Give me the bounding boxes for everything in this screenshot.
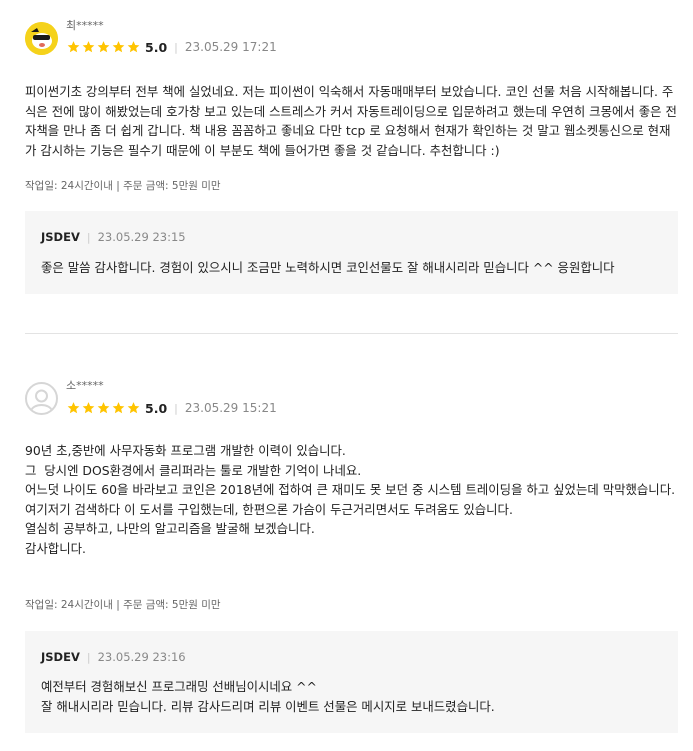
reply-date: 23.05.29 23:15 — [97, 230, 186, 244]
review-item: 소***** 5.0 | 23.05.29 15:21 90년 초,중반에 사무… — [0, 334, 693, 751]
star-rating — [66, 401, 141, 415]
star-icon — [82, 41, 95, 53]
rating-row: 5.0 | 23.05.29 17:21 — [66, 39, 277, 55]
reply-author: JSDEV — [41, 650, 80, 664]
reply-header: JSDEV | 23.05.29 23:16 — [41, 650, 186, 664]
seller-reply: JSDEV | 23.05.29 23:16 예전부터 경험해보신 프로그래밍 … — [25, 631, 678, 733]
review-item: 최***** 5.0 | 23.05.29 17:21 피이썬기초 강의부터 전… — [0, 0, 693, 333]
star-icon — [67, 402, 80, 414]
star-icon — [97, 402, 110, 414]
star-icon — [127, 402, 140, 414]
reply-body: 좋은 말씀 감사합니다. 경험이 있으시니 조금만 노력하시면 코인선물도 잘 … — [41, 260, 615, 275]
review-body: 피이썬기초 강의부터 전부 책에 실었네요. 저는 피이썬이 익숙해서 자동매매… — [25, 84, 677, 158]
seller-reply: JSDEV | 23.05.29 23:15 좋은 말씀 감사합니다. 경험이 … — [25, 211, 678, 294]
separator: | — [174, 40, 178, 54]
character-avatar-icon — [25, 22, 58, 55]
reviewer-name: 최***** — [66, 19, 104, 32]
star-icon — [97, 41, 110, 53]
review-meta: 작업일: 24시간이내 | 주문 금액: 5만원 미만 — [25, 599, 221, 611]
reply-date: 23.05.29 23:16 — [97, 650, 186, 664]
star-icon — [112, 402, 125, 414]
review-date: 23.05.29 15:21 — [184, 401, 277, 415]
reviewer-name: 소***** — [66, 379, 104, 392]
star-icon — [112, 41, 125, 53]
star-rating — [66, 40, 141, 54]
review-meta: 작업일: 24시간이내 | 주문 금액: 5만원 미만 — [25, 180, 221, 192]
reviewer-avatar — [25, 382, 58, 415]
reply-body: 예전부터 경험해보신 프로그래밍 선배님이시네요 ^^ 잘 해내시리라 믿습니다… — [41, 679, 495, 714]
review-body: 90년 초,중반에 사무자동화 프로그램 개발한 이력이 있습니다. 그 당시엔… — [25, 443, 676, 556]
reply-author: JSDEV — [41, 230, 80, 244]
rating-row: 5.0 | 23.05.29 15:21 — [66, 400, 277, 416]
star-icon — [82, 402, 95, 414]
rating-score: 5.0 — [145, 400, 168, 416]
star-icon — [67, 41, 80, 53]
default-user-icon — [30, 389, 53, 412]
reply-header: JSDEV | 23.05.29 23:15 — [41, 230, 186, 244]
separator: | — [86, 650, 91, 664]
reviewer-avatar — [25, 22, 58, 55]
separator: | — [86, 230, 91, 244]
rating-score: 5.0 — [145, 39, 168, 55]
star-icon — [127, 41, 140, 53]
review-date: 23.05.29 17:21 — [184, 40, 277, 54]
separator: | — [174, 401, 178, 415]
